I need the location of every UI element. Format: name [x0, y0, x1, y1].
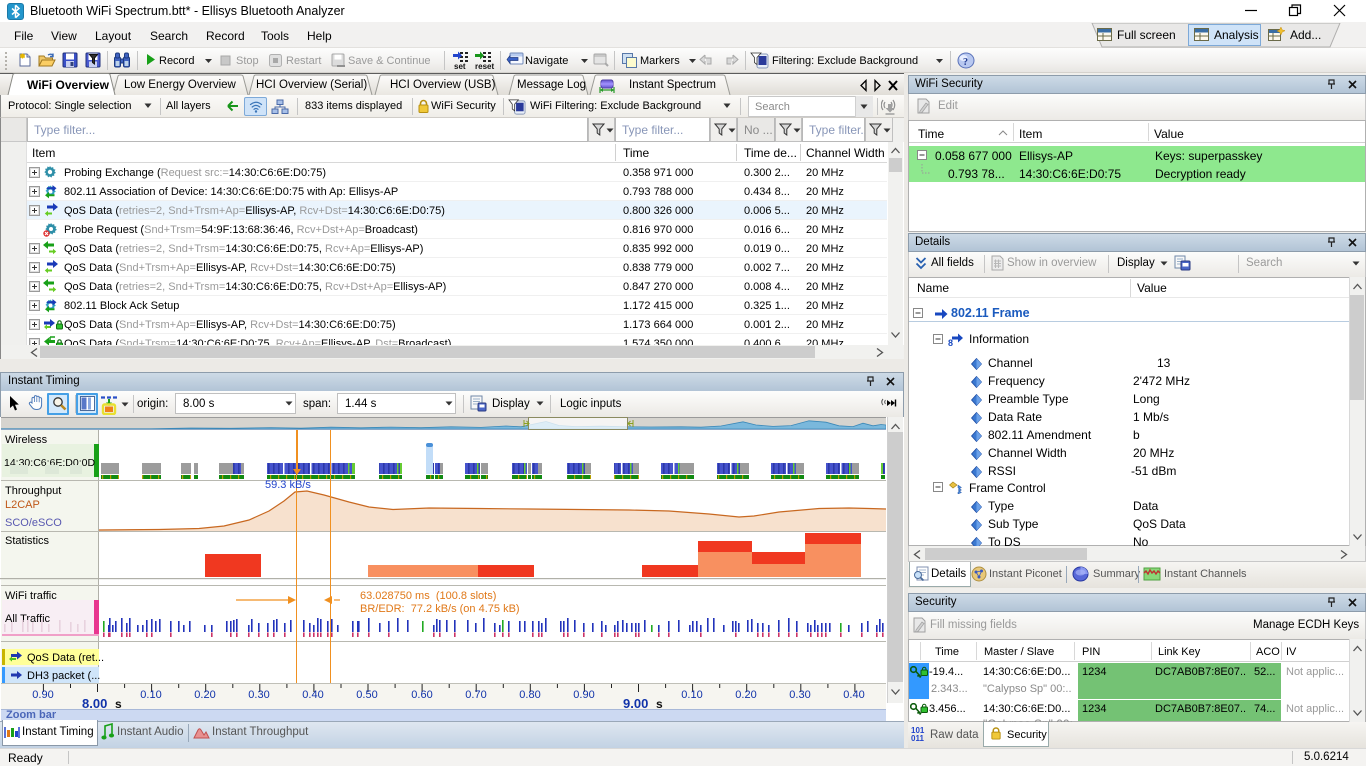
svg-text:8: 8: [948, 338, 953, 346]
svg-text:set: set: [454, 62, 466, 70]
svg-text:?: ?: [963, 57, 968, 68]
svg-text:011: 011: [911, 734, 924, 742]
svg-text:reset: reset: [475, 62, 494, 70]
